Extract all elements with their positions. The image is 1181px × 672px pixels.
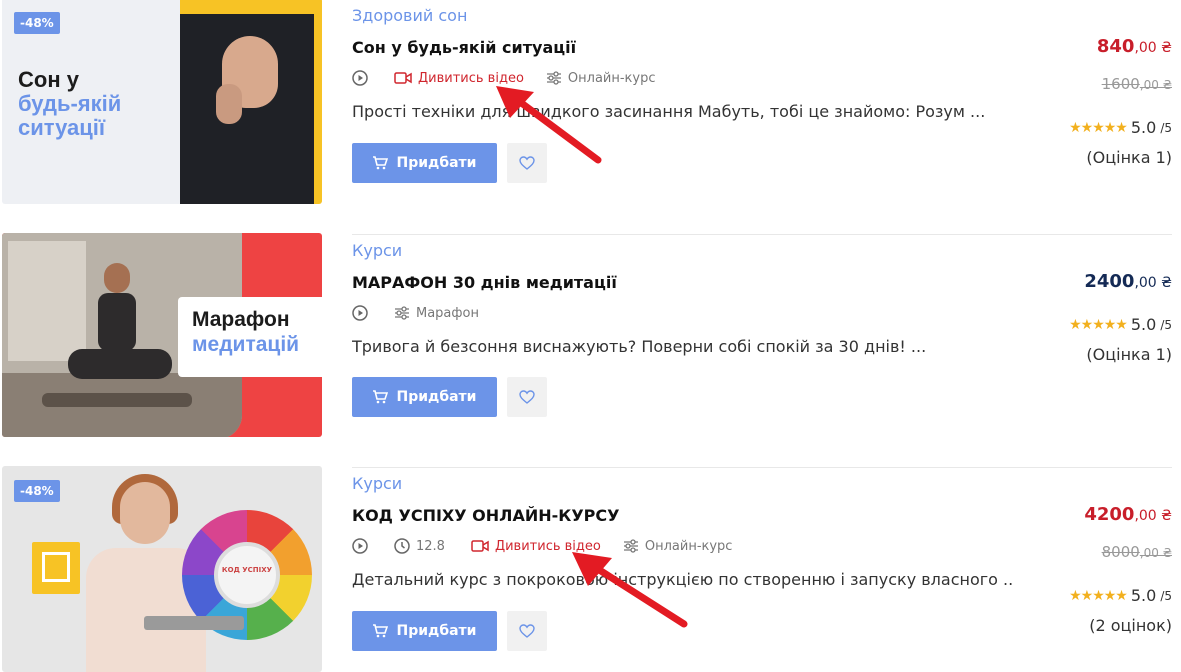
sliders-icon <box>623 539 638 553</box>
watch-video-label: Дивитись відео <box>494 538 601 554</box>
thumbnail-title-line: ситуації <box>18 115 106 140</box>
old-price: 8000,00 ₴ <box>1102 543 1172 561</box>
current-price: 840,00 ₴ <box>1097 36 1172 57</box>
price-cents: ,00 ₴ <box>1134 508 1172 524</box>
rating: ★★★★★ 5.0/5 <box>1069 118 1172 137</box>
product-meta: Дивитись відео Онлайн-курс <box>352 68 656 88</box>
product-card: КОД УСПІХУ -48% Курси КОД УСПІХУ ОНЛАЙН-… <box>0 466 1181 672</box>
watch-video-link[interactable]: Дивитись відео <box>394 71 524 86</box>
stars-icon: ★★★★★ <box>1069 587 1128 604</box>
thumbnail-title: Марафон медитацій <box>178 297 322 377</box>
duration-value: 12.8 <box>416 538 445 554</box>
stars-icon: ★★★★★ <box>1069 316 1128 333</box>
course-format: Онлайн-курс <box>623 538 733 554</box>
price-amount: 840 <box>1096 36 1135 57</box>
rating-max: /5 <box>1160 317 1172 332</box>
thumbnail-title-line: Сон у <box>18 67 79 92</box>
price-cents: ,00 ₴ <box>1134 275 1172 291</box>
cart-icon <box>373 156 389 170</box>
heart-icon <box>519 624 535 638</box>
category-link[interactable]: Курси <box>352 241 402 260</box>
product-description: Детальний курс з покроковою інструкцією … <box>352 570 1012 589</box>
category-link[interactable]: Курси <box>352 474 402 493</box>
rating: ★★★★★ 5.0/5 <box>1069 586 1172 605</box>
old-price-cents: ,00 ₴ <box>1139 78 1172 92</box>
wheel-label: КОД УСПІХУ <box>214 542 280 608</box>
video-camera-icon <box>471 540 489 552</box>
buy-button[interactable]: Придбати <box>352 377 497 417</box>
play-icon <box>352 538 368 554</box>
rating-value: 5.0 <box>1130 118 1157 137</box>
review-count: (Оцінка 1) <box>1086 148 1172 167</box>
rating-value: 5.0 <box>1130 315 1157 334</box>
old-price: 1600,00 ₴ <box>1102 75 1172 93</box>
price-cents: ,00 ₴ <box>1134 40 1172 56</box>
product-meta: Марафон <box>352 303 479 323</box>
product-description: Тривога й безсоння виснажують? Поверни с… <box>352 337 927 356</box>
course-format: Онлайн-курс <box>546 71 656 86</box>
course-format: Марафон <box>394 306 479 321</box>
format-label: Онлайн-курс <box>567 70 656 86</box>
rating-max: /5 <box>1160 120 1172 135</box>
product-meta: 12.8 Дивитись відео Онлайн-курс <box>352 536 732 556</box>
product-thumbnail[interactable]: КОД УСПІХУ -48% <box>2 466 322 672</box>
heart-icon <box>519 390 535 404</box>
cart-icon <box>373 624 389 638</box>
buy-button[interactable]: Придбати <box>352 611 497 651</box>
buy-label: Придбати <box>396 623 477 639</box>
old-price-amount: 8000 <box>1101 543 1140 561</box>
product-title[interactable]: МАРАФОН 30 днів медитації <box>352 273 617 292</box>
buy-label: Придбати <box>396 155 477 171</box>
play-icon <box>352 305 368 321</box>
product-title[interactable]: Сон у будь-якій ситуації <box>352 38 576 57</box>
category-link[interactable]: Здоровий сон <box>352 6 467 25</box>
heart-icon <box>519 156 535 170</box>
buy-label: Придбати <box>396 389 477 405</box>
product-thumbnail[interactable]: Сон у будь-якій ситуації -48% <box>2 0 322 204</box>
product-description: Прості техніки для швидкого засинання Ма… <box>352 102 986 121</box>
book-icon <box>32 542 80 594</box>
cart-icon <box>373 390 389 404</box>
review-count: (2 оцінок) <box>1089 616 1172 635</box>
wishlist-button[interactable] <box>507 143 547 183</box>
buy-button[interactable]: Придбати <box>352 143 497 183</box>
video-camera-icon <box>394 72 412 84</box>
current-price: 2400,00 ₴ <box>1084 271 1172 292</box>
rating-value: 5.0 <box>1130 586 1157 605</box>
rating: ★★★★★ 5.0/5 <box>1069 315 1172 334</box>
product-thumbnail[interactable]: Марафон медитацій <box>2 233 322 437</box>
meditation-photo <box>68 263 172 393</box>
watch-video-label: Дивитись відео <box>418 70 524 86</box>
wishlist-button[interactable] <box>507 611 547 651</box>
discount-badge: -48% <box>14 480 60 502</box>
clock-icon <box>394 538 410 554</box>
product-card: Марафон медитацій Курси МАРАФОН 30 днів … <box>0 233 1181 439</box>
discount-badge: -48% <box>14 12 60 34</box>
thumbnail-title-line: медитацій <box>192 333 300 356</box>
thumbnail-title: Сон у будь-якій ситуації <box>18 68 121 140</box>
sliders-icon <box>395 306 409 320</box>
course-duration: 12.8 <box>394 538 445 554</box>
price-amount: 2400 <box>1084 271 1135 292</box>
current-price: 4200,00 ₴ <box>1084 504 1172 525</box>
format-label: Онлайн-курс <box>644 538 733 554</box>
old-price-cents: ,00 ₴ <box>1139 546 1172 560</box>
wishlist-button[interactable] <box>507 377 547 417</box>
product-title[interactable]: КОД УСПІХУ ОНЛАЙН-КУРСУ <box>352 506 619 525</box>
play-icon <box>352 70 368 86</box>
review-count: (Оцінка 1) <box>1086 345 1172 364</box>
rating-max: /5 <box>1160 588 1172 603</box>
watch-video-link[interactable]: Дивитись відео <box>471 539 601 554</box>
thumbnail-title-line: будь-якій <box>18 91 122 116</box>
product-card: Сон у будь-якій ситуації -48% Здоровий с… <box>0 0 1181 204</box>
stars-icon: ★★★★★ <box>1069 119 1128 136</box>
format-label: Марафон <box>416 305 479 321</box>
price-amount: 4200 <box>1084 504 1135 525</box>
author-photo <box>180 0 322 204</box>
thumbnail-title-line: Марафон <box>192 308 290 331</box>
sliders-icon <box>546 71 561 85</box>
old-price-amount: 1600 <box>1101 75 1140 93</box>
